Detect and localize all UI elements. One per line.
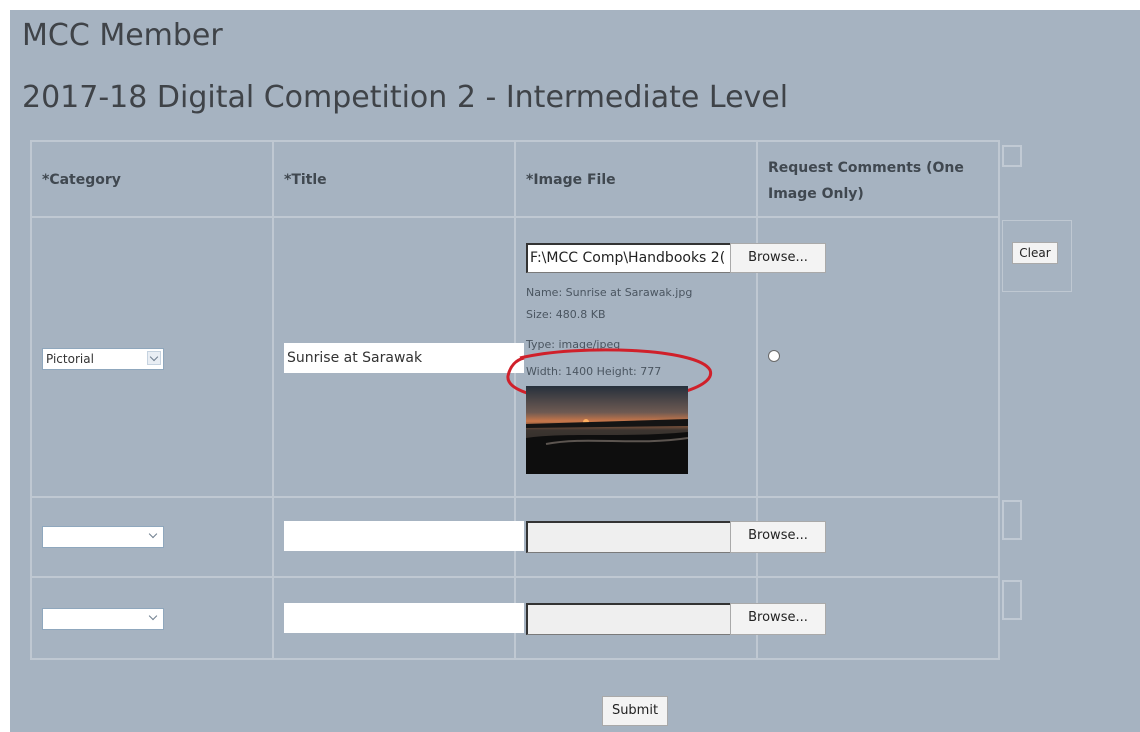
column-header-image-file: *Image File: [526, 172, 616, 188]
category-select-row1[interactable]: Pictorial: [42, 348, 164, 370]
file-name-info: Name: Sunrise at Sarawak.jpg: [526, 286, 693, 299]
column-header-category: *Category: [42, 172, 121, 188]
browse-button-row1[interactable]: Browse...: [730, 243, 826, 273]
header-cell-comments: [756, 140, 1000, 218]
browse-button-row3[interactable]: Browse...: [730, 603, 826, 635]
column-header-request-comments-line2: Image Only): [768, 186, 864, 202]
category-select-value: Pictorial: [46, 352, 94, 366]
category-select-row2[interactable]: [42, 526, 164, 548]
request-comments-radio-row1[interactable]: [768, 350, 780, 362]
file-path-input-row2[interactable]: [526, 521, 732, 553]
file-path-input-row1[interactable]: F:\MCC Comp\Handbooks 2(: [526, 243, 732, 273]
chevron-down-icon: [147, 529, 161, 543]
chevron-down-icon: [147, 351, 161, 365]
file-path-input-row3[interactable]: [526, 603, 732, 635]
page-panel: MCC Member 2017-18 Digital Competition 2…: [10, 10, 1140, 732]
row3-side-box: [1002, 580, 1022, 620]
category-select-row3[interactable]: [42, 608, 164, 630]
column-header-request-comments: Request Comments (One: [768, 160, 964, 176]
file-size-info: Size: 480.8 KB: [526, 308, 606, 321]
page-title: MCC Member: [22, 18, 223, 53]
competition-title: 2017-18 Digital Competition 2 - Intermed…: [22, 80, 789, 115]
title-input-row1[interactable]: Sunrise at Sarawak: [284, 343, 524, 373]
chevron-down-icon: [147, 611, 161, 625]
clear-button[interactable]: Clear: [1012, 242, 1058, 264]
browse-button-row2[interactable]: Browse...: [730, 521, 826, 553]
submit-button[interactable]: Submit: [602, 696, 668, 726]
row2-side-box: [1002, 500, 1022, 540]
column-header-title: *Title: [284, 172, 327, 188]
title-input-row2[interactable]: [284, 521, 524, 551]
title-input-row3[interactable]: [284, 603, 524, 633]
image-thumbnail: [526, 386, 688, 474]
header-checkbox[interactable]: [1002, 145, 1022, 167]
